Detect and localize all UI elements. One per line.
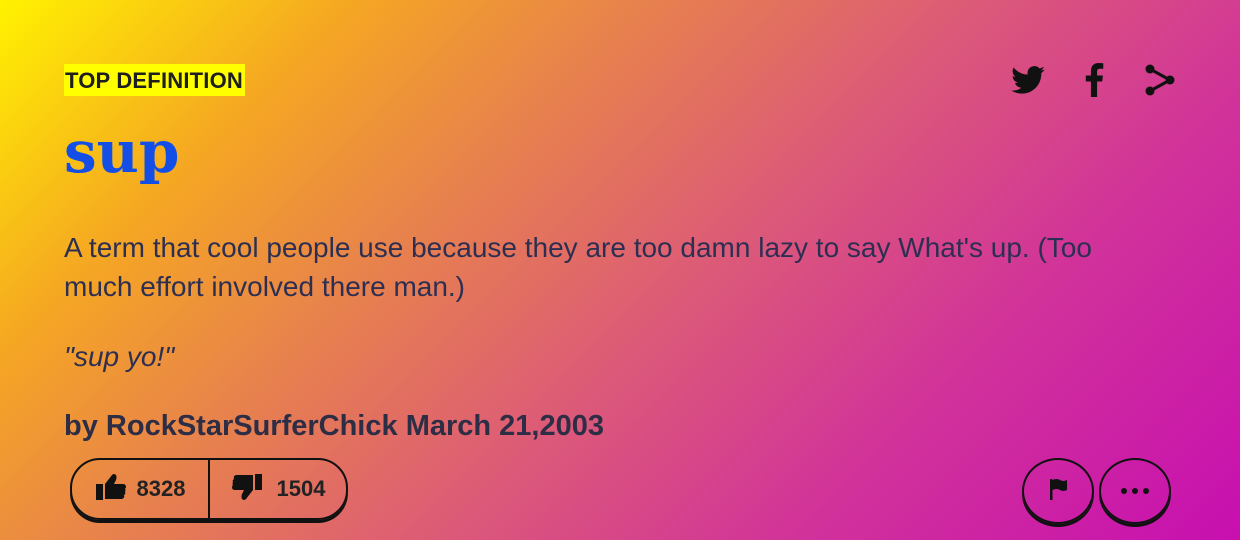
upvote-count: 8328 — [136, 476, 186, 501]
more-icon — [1120, 482, 1150, 500]
author-link[interactable]: RockStarSurferChick — [106, 410, 398, 442]
upvote-button[interactable]: 8328 — [72, 460, 210, 518]
definition-card: TOP DEFINITION sup A term that cool peop… — [64, 0, 1184, 540]
twitter-icon[interactable] — [1010, 62, 1046, 98]
vote-group: 8328 1504 — [70, 458, 348, 520]
contributor-line: by RockStarSurferChick March 21,2003 — [64, 406, 604, 446]
definition-example: "sup yo!" — [64, 341, 175, 372]
flag-button[interactable] — [1022, 458, 1094, 524]
post-date: March 21,2003 — [405, 410, 604, 442]
share-bar — [1010, 62, 1178, 98]
by-prefix: by — [64, 410, 98, 442]
downvote-count: 1504 — [276, 476, 326, 501]
definition-meaning: A term that cool people use because they… — [64, 232, 1092, 302]
facebook-icon[interactable] — [1076, 62, 1112, 98]
top-definition-label: TOP DEFINITION — [64, 64, 246, 96]
downvote-button[interactable]: 1504 — [210, 460, 346, 518]
defined-word[interactable]: sup — [64, 116, 179, 188]
more-options-button[interactable] — [1099, 458, 1171, 524]
flag-icon — [1047, 477, 1069, 506]
thumbs-down-icon — [231, 473, 263, 506]
thumbs-up-icon — [95, 473, 127, 506]
share-icon[interactable] — [1142, 62, 1178, 98]
